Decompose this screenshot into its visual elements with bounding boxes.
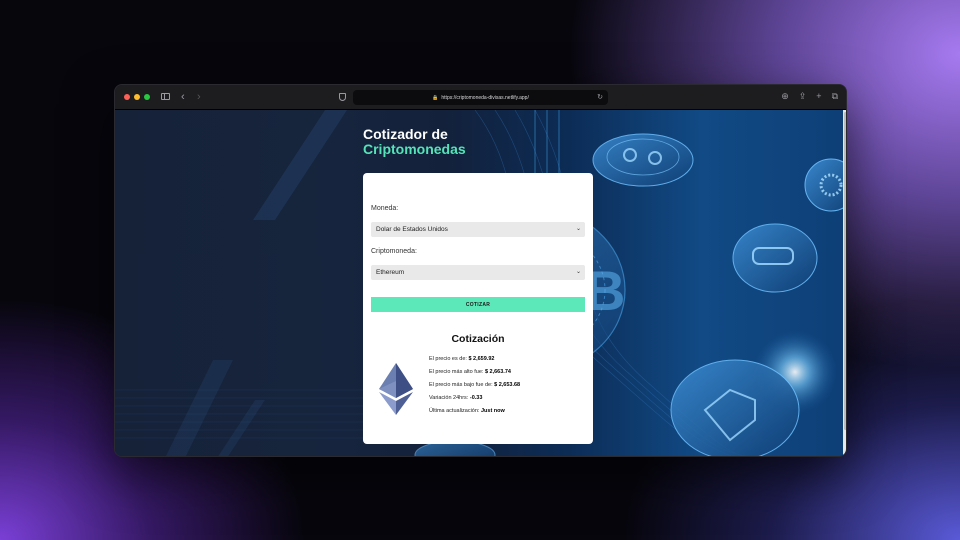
back-arrow-icon[interactable]: ‹: [181, 91, 185, 103]
browser-window: ‹ › 🔒 https://criptomoneda-divisas.netli…: [114, 84, 847, 457]
currency-label: Moneda:: [371, 205, 399, 212]
close-window-button[interactable]: [124, 94, 130, 100]
window-controls: [124, 94, 150, 100]
high-price-value: $ 2,663.74: [484, 369, 511, 375]
low-price-value: $ 2,653.68: [494, 382, 521, 388]
tab-overview-icon[interactable]: ⧉: [832, 91, 838, 102]
page-scrollbar[interactable]: [843, 110, 846, 456]
crypto-label: Criptomoneda:: [371, 248, 417, 255]
ethereum-logo-icon: [379, 363, 413, 415]
last-update-row: Última actualización: Just now: [429, 408, 520, 421]
lock-icon: 🔒: [432, 94, 439, 101]
chevron-down-icon: ⌄: [575, 226, 581, 232]
last-update-label: Última actualización:: [429, 408, 480, 414]
page-title: Cotizador de Criptomonedas: [363, 127, 466, 157]
change-24h-label: Variación 24hrs:: [429, 395, 469, 401]
maximize-window-button[interactable]: [144, 94, 150, 100]
share-icon[interactable]: ⇪: [799, 91, 807, 102]
privacy-shield-icon[interactable]: [339, 93, 346, 101]
sidebar-toggle-icon[interactable]: [161, 93, 170, 100]
page-viewport: B Cotizador de Criptomonedas Moneda: Dol: [115, 110, 846, 456]
current-price-value: $ 2,659.92: [468, 356, 495, 362]
url-text: https://criptomoneda-divisas.netlify.app…: [441, 94, 529, 101]
reload-icon[interactable]: ↻: [597, 93, 603, 101]
currency-select-value: Dolar de Estados Unidos: [376, 226, 448, 233]
crypto-select-value: Ethereum: [376, 269, 405, 276]
last-update-value: Just now: [480, 408, 505, 414]
crypto-select[interactable]: Ethereum ⌄: [371, 265, 585, 280]
result-title: Cotización: [451, 333, 505, 345]
forward-arrow-icon[interactable]: ›: [197, 91, 201, 103]
quote-form-card: Moneda: Dolar de Estados Unidos ⌄ Cripto…: [363, 173, 593, 444]
low-price-label: El precio más bajo fue de:: [429, 382, 493, 388]
minimize-window-button[interactable]: [134, 94, 140, 100]
currency-select[interactable]: Dolar de Estados Unidos ⌄: [371, 222, 585, 237]
address-bar[interactable]: 🔒 https://criptomoneda-divisas.netlify.a…: [353, 90, 608, 105]
page-title-line1: Cotizador de: [363, 126, 448, 142]
chevron-down-icon: ⌄: [575, 269, 581, 275]
quote-button[interactable]: COTIZAR: [371, 297, 585, 312]
current-price-label: El precio es de:: [429, 356, 467, 362]
toolbar-actions: ⊕ ⇪ + ⧉: [781, 91, 838, 102]
current-price-row: El precio es de: $ 2,659.92: [429, 356, 520, 369]
high-price-row: El precio más alto fue: $ 2,663.74: [429, 369, 520, 382]
download-icon[interactable]: ⊕: [781, 91, 789, 102]
browser-toolbar: ‹ › 🔒 https://criptomoneda-divisas.netli…: [115, 85, 846, 110]
change-24h-row: Variación 24hrs: -0.33: [429, 395, 520, 408]
change-24h-value: -0.33: [469, 395, 483, 401]
low-price-row: El precio más bajo fue de: $ 2,653.68: [429, 382, 520, 395]
high-price-label: El precio más alto fue:: [429, 369, 484, 375]
scrollbar-thumb[interactable]: [844, 112, 846, 430]
quote-details: El precio es de: $ 2,659.92 El precio má…: [429, 356, 520, 421]
new-tab-icon[interactable]: +: [816, 91, 821, 102]
page-title-line2: Criptomonedas: [363, 141, 466, 157]
